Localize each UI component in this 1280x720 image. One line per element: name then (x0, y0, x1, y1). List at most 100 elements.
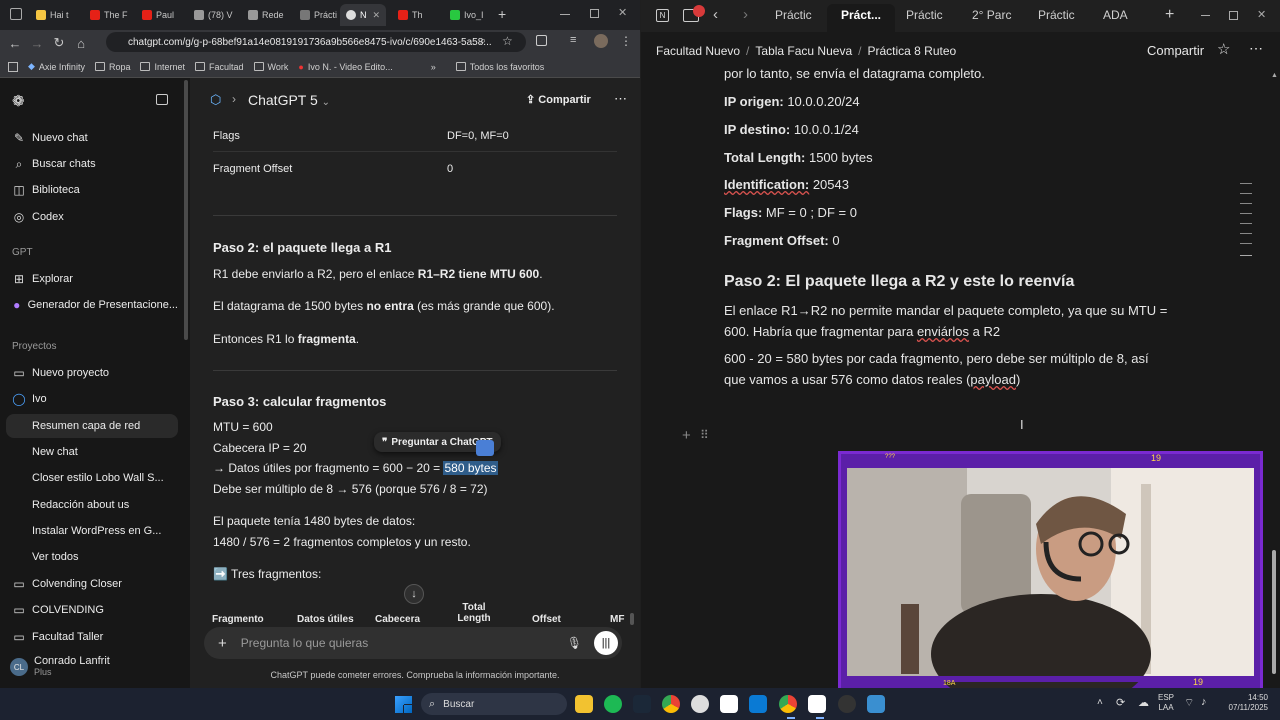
back-icon[interactable]: ‹ (713, 6, 718, 23)
sidebar-folder[interactable]: ▭ Facultad Taller (6, 625, 178, 649)
profile-avatar[interactable] (594, 34, 608, 48)
translate-icon[interactable] (476, 440, 494, 456)
tab-3[interactable]: (78) V (188, 4, 236, 26)
app-icon[interactable] (691, 695, 709, 713)
close-icon[interactable]: ✕ (372, 10, 380, 21)
language-indicator[interactable]: ESP LAA (1158, 693, 1174, 713)
bookmark-folder[interactable]: Ropa (94, 62, 130, 72)
model-selector[interactable]: ChatGPT 5 ⌄ (248, 92, 330, 108)
tab-8[interactable]: Ivo_I (444, 4, 492, 26)
media-icon[interactable]: ≡ (570, 34, 576, 46)
page-paragraph[interactable]: El enlace R1→R2 no permite mandar el paq… (724, 303, 1167, 318)
sidebar-item-new-chat[interactable]: ✎ Nuevo chat (6, 126, 178, 150)
tab-1[interactable]: The F (84, 4, 130, 26)
minimize-icon[interactable] (560, 14, 570, 15)
field-line[interactable]: IP destino: 10.0.0.1/24 (724, 122, 859, 137)
sidebar-item-codex[interactable]: ◎ Codex (6, 205, 178, 229)
more-options-icon[interactable]: ⋯ (614, 91, 627, 107)
spotify-icon[interactable] (604, 695, 622, 713)
notion-icon[interactable] (720, 695, 738, 713)
notion-tab-active[interactable]: Práct... (841, 8, 881, 22)
scrollbar-thumb[interactable] (1272, 550, 1276, 674)
user-menu[interactable]: CL Conrado Lanfrit Plus (6, 652, 182, 682)
breadcrumb-item[interactable]: Práctica 8 Ruteo (867, 44, 956, 58)
bookmark-folder[interactable]: Internet (140, 62, 185, 72)
start-icon[interactable] (395, 696, 412, 713)
drag-handle-icon[interactable]: ⠿ (700, 428, 709, 442)
sidebar-item-explore[interactable]: ⊞ Explorar (6, 267, 178, 291)
steam-icon[interactable] (633, 695, 651, 713)
page-paragraph[interactable]: que vamos a usar 576 como datos reales (… (724, 372, 1020, 387)
sidebar-item-search[interactable]: ⌕ Buscar chats (6, 152, 178, 176)
sidebar-chat[interactable]: Closer estilo Lobo Wall S... (6, 466, 178, 490)
clock[interactable]: 14:50 07/11/2025 (1222, 693, 1268, 713)
forward-icon[interactable]: › (743, 6, 748, 23)
notion-tab[interactable]: Práctic (1038, 8, 1075, 22)
table-of-contents-icon[interactable] (1240, 183, 1252, 184)
notion-tab[interactable]: Práctic (906, 8, 943, 22)
all-bookmarks[interactable]: Todos los favoritos (455, 62, 544, 72)
new-tab-button[interactable]: + (1165, 6, 1174, 24)
field-line[interactable]: Flags: MF = 0 ; DF = 0 (724, 205, 857, 220)
taskbar-search[interactable]: ⌕ Buscar (421, 693, 567, 715)
sidebar-see-all[interactable]: Ver todos (6, 545, 178, 569)
field-line[interactable]: Identification: 20543 (724, 177, 849, 192)
page-text[interactable]: por lo tanto, se envía el datagrama comp… (724, 66, 985, 81)
tab-5[interactable]: Prácti (294, 4, 340, 26)
breadcrumb-item[interactable]: Facultad Nuevo (656, 44, 740, 58)
maximize-icon[interactable] (590, 9, 599, 18)
sidebar-folder[interactable]: ▭ Colvending Closer (6, 572, 178, 596)
vscode-icon[interactable] (749, 695, 767, 713)
add-block-icon[interactable]: + (682, 427, 691, 444)
bookmark-star-icon[interactable]: ☆ (502, 34, 513, 48)
sidebar-chat[interactable]: Instalar WordPress en G... (6, 519, 178, 543)
tab-0[interactable]: Hai t (30, 4, 76, 26)
scrollbar-thumb[interactable] (630, 613, 634, 625)
attach-plus-icon[interactable]: + (218, 635, 227, 652)
volume-icon[interactable]: ♪ (1201, 696, 1207, 708)
voice-mode-button[interactable]: ||| (594, 631, 618, 655)
notion-icon-active[interactable] (808, 695, 826, 713)
scroll-up-icon[interactable]: ▲ (1271, 72, 1278, 79)
sidebar-toggle-icon[interactable] (156, 94, 168, 105)
more-options-icon[interactable]: ⋯ (1249, 40, 1263, 57)
notion-tab[interactable]: 2° Parc (972, 8, 1011, 22)
share-button[interactable]: ⇪ Compartir (526, 93, 591, 106)
page-paragraph[interactable]: 600 - 20 = 580 bytes por cada fragmento,… (724, 351, 1149, 366)
tab-search-icon[interactable] (10, 8, 22, 20)
field-line[interactable]: Fragment Offset: 0 (724, 233, 840, 248)
tab-4[interactable]: Rede (242, 4, 288, 26)
zoom-icon[interactable]: ⌕ (480, 35, 486, 48)
page-paragraph[interactable]: 600. Habría que fragmentar para enviárlo… (724, 324, 1000, 339)
tab-7[interactable]: Th (392, 4, 440, 26)
settings-icon[interactable] (867, 695, 885, 713)
tab-2[interactable]: Paul (136, 4, 182, 26)
project-icon[interactable]: ⬡ (210, 92, 221, 108)
field-line[interactable]: Total Length: 1500 bytes (724, 150, 873, 165)
address-bar[interactable]: chatgpt.com/g/g-p-68bef91a14e0819191736a… (106, 32, 526, 52)
sidebar-chat-active[interactable]: Resumen capa de red (6, 414, 178, 438)
page-heading[interactable]: Paso 2: El paquete llega a R2 y este lo … (724, 273, 1074, 291)
openai-logo-icon[interactable]: ❁ (12, 92, 25, 110)
window-close-icon[interactable]: ✕ (618, 6, 627, 19)
favorite-star-icon[interactable]: ☆ (1217, 40, 1230, 58)
tab-6-active[interactable]: N ✕ (340, 4, 386, 26)
apps-icon[interactable] (8, 61, 18, 72)
selected-text[interactable]: 580 bytes (443, 461, 498, 475)
maximize-icon[interactable] (1229, 11, 1238, 20)
sidebar-scrollbar[interactable] (184, 80, 188, 340)
bookmark-item[interactable]: ● Ivo N. - Video Edito... (298, 62, 392, 72)
share-button[interactable]: Compartir (1147, 43, 1204, 58)
breadcrumb-item[interactable]: Tabla Facu Nueva (755, 44, 852, 58)
sidebar-chat[interactable]: Redacción about us (6, 493, 178, 517)
bookmark-folder[interactable]: Work (253, 62, 288, 72)
notion-tab[interactable]: ADA (1103, 8, 1128, 22)
chrome-icon[interactable] (662, 695, 680, 713)
prompt-input[interactable]: Pregunta lo que quieras (241, 636, 368, 650)
sidebar-item-gpt[interactable]: ● Generador de Presentacione... (6, 293, 178, 317)
sidebar-item-library[interactable]: ◫ Biblioteca (6, 178, 178, 202)
home-icon[interactable]: ⌂ (70, 32, 92, 54)
chrome-icon-active[interactable] (779, 695, 797, 713)
window-close-icon[interactable]: ✕ (1257, 8, 1266, 21)
menu-icon[interactable]: ⋮ (620, 34, 632, 48)
